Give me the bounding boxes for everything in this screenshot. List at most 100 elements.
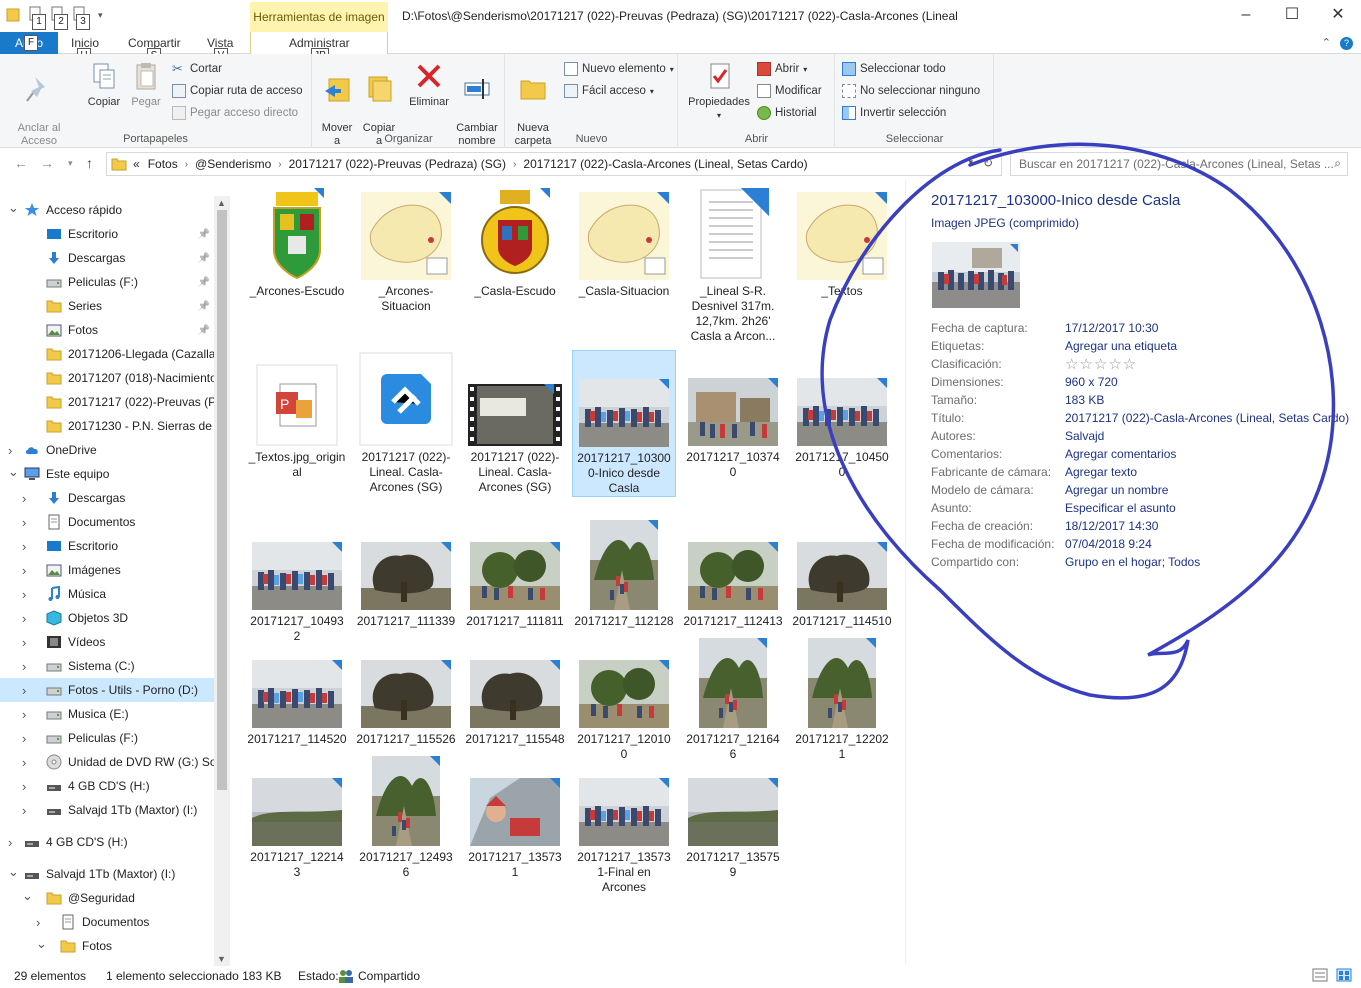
up-arrow-icon[interactable]: ↑ xyxy=(86,155,93,171)
chevron-right-icon[interactable]: › xyxy=(22,635,26,650)
breadcrumb-overflow[interactable]: « xyxy=(133,157,140,171)
scroll-down-icon[interactable]: ▼ xyxy=(217,954,226,964)
file-item[interactable]: 20171217_135759 xyxy=(681,750,785,880)
property-value[interactable]: 20171217 (022)-Casla-Arcones (Lineal, Se… xyxy=(1065,411,1349,425)
file-item[interactable]: 20171217_111339 xyxy=(354,514,458,629)
invert-selection-button[interactable]: Invertir selección xyxy=(842,106,946,120)
file-item[interactable]: _Casla-Situacion xyxy=(572,184,676,299)
file-item[interactable]: 20171217_112413 xyxy=(681,514,785,629)
chevron-up-icon[interactable]: ⌃ xyxy=(1322,37,1331,49)
copy-button[interactable]: Copiar xyxy=(82,60,126,109)
help-icon[interactable]: ? xyxy=(1340,37,1353,50)
file-item[interactable]: 20171217_111811 xyxy=(463,514,567,629)
sidebar-item[interactable]: 20171206-Llegada (Cazalla y C xyxy=(0,342,214,366)
chevron-down-icon[interactable]: ▾ xyxy=(968,157,973,168)
back-arrow-icon[interactable]: ← xyxy=(14,155,28,171)
forward-arrow-icon[interactable]: → xyxy=(40,155,54,171)
chevron-right-icon[interactable]: › xyxy=(22,755,26,770)
scroll-up-icon[interactable]: ▲ xyxy=(217,198,226,208)
sidebar-item[interactable]: › Peliculas (F:) xyxy=(0,726,214,750)
sidebar-item[interactable]: › 4 GB CD'S (H:) xyxy=(0,774,214,798)
chevron-right-icon[interactable]: › xyxy=(185,159,188,170)
rating-stars[interactable]: ☆☆☆☆☆ xyxy=(1065,355,1137,373)
file-item[interactable]: P _Textos.jpg_original xyxy=(245,350,349,480)
chevron-right-icon[interactable]: › xyxy=(22,803,26,818)
open-button[interactable]: Abrir ▾ xyxy=(757,62,807,76)
sidebar-item[interactable]: ⌄ @Seguridad xyxy=(0,886,214,910)
sidebar-item[interactable]: › Documentos xyxy=(0,910,214,934)
file-item[interactable]: 20171217_115548 xyxy=(463,632,567,747)
select-all-button[interactable]: Seleccionar todo xyxy=(842,62,946,76)
file-item[interactable]: 20171217_121646 xyxy=(681,632,785,762)
easy-access-button[interactable]: Fácil acceso ▾ xyxy=(564,84,654,98)
new-item-button[interactable]: Nuevo elemento ▾ xyxy=(564,62,674,76)
file-item[interactable]: 20171217_103000-Inico desde Casla xyxy=(572,350,676,497)
select-none-button[interactable]: No seleccionar ninguno xyxy=(842,84,980,98)
file-item[interactable]: 20171217_124936 xyxy=(354,750,458,880)
breadcrumb-item[interactable]: 20171217 (022)-Preuvas (Pedraza) (SG) xyxy=(289,157,506,171)
file-item[interactable]: _Lineal S-R. Desnivel 317m. 12,7km. 2h26… xyxy=(681,184,785,344)
cut-button[interactable]: ✂ Cortar xyxy=(172,62,222,76)
property-value[interactable]: Agregar texto xyxy=(1065,465,1137,479)
sidebar-item[interactable]: › Salvajd 1Tb (Maxtor) (I:) xyxy=(0,798,214,822)
sidebar-item[interactable]: › Descargas xyxy=(0,486,214,510)
file-item[interactable]: 20171217_104500 xyxy=(790,350,894,480)
sidebar-item[interactable]: › Escritorio xyxy=(0,534,214,558)
details-view-icon[interactable] xyxy=(1312,968,1328,985)
recent-locations-icon[interactable]: ▾ xyxy=(68,158,73,169)
sidebar-item[interactable]: › OneDrive xyxy=(0,438,214,462)
breadcrumb-item[interactable]: 20171217 (022)-Casla-Arcones (Lineal, Se… xyxy=(523,157,807,171)
file-item[interactable]: 20171217_103740 xyxy=(681,350,785,480)
property-value[interactable]: 17/12/2017 10:30 xyxy=(1065,321,1158,335)
sidebar-scrollbar[interactable]: ▲ ▼ xyxy=(214,196,230,966)
file-item[interactable]: 20171217_115526 xyxy=(354,632,458,747)
address-bar[interactable]: « Fotos › @Senderismo › 20171217 (022)-P… xyxy=(106,152,1002,176)
close-button[interactable]: ✕ xyxy=(1315,0,1361,32)
sidebar-item[interactable]: › Documentos xyxy=(0,510,214,534)
property-value[interactable]: 960 x 720 xyxy=(1065,375,1118,389)
chevron-right-icon[interactable]: › xyxy=(36,915,40,930)
sidebar-item[interactable]: ⌄ Fotos xyxy=(0,934,214,958)
breadcrumb-item[interactable]: @Senderismo xyxy=(195,157,271,171)
file-item[interactable]: 20171217_135731-Final en Arcones xyxy=(572,750,676,895)
file-item[interactable]: 20171217 (022)-Lineal. Casla-Arcones (SG… xyxy=(354,350,458,495)
paste-shortcut-button[interactable]: Pegar acceso directo xyxy=(172,106,298,120)
chevron-right-icon[interactable]: › xyxy=(22,707,26,722)
chevron-right-icon[interactable]: › xyxy=(22,539,26,554)
delete-button[interactable]: Eliminar xyxy=(407,60,451,109)
chevron-right-icon[interactable]: › xyxy=(22,515,26,530)
file-item[interactable]: 20171217_114510 xyxy=(790,514,894,629)
rename-icon[interactable]: 3 xyxy=(72,6,90,30)
property-value[interactable]: Agregar un nombre xyxy=(1065,483,1168,497)
pin-quick-access-button[interactable]: Anclar al Acceso rápido xyxy=(6,60,72,161)
copy-path-button[interactable]: Copiar ruta de acceso xyxy=(172,84,303,98)
chevron-right-icon[interactable]: › xyxy=(22,611,26,626)
sidebar-item[interactable]: › Fotos - Utils - Porno (D:) xyxy=(0,678,214,702)
chevron-right-icon[interactable]: › xyxy=(8,835,12,850)
file-item[interactable]: 20171217_135731 xyxy=(463,750,567,880)
chevron-down-icon[interactable]: ⌄ xyxy=(8,200,19,216)
sidebar-item[interactable]: 20171217 (022)-Preuvas (Pedra xyxy=(0,390,214,414)
paste-button[interactable]: Pegar xyxy=(126,60,166,109)
file-item[interactable]: 20171217_114520 xyxy=(245,632,349,747)
sidebar-item[interactable]: › Objetos 3D xyxy=(0,606,214,630)
folder-icon[interactable] xyxy=(6,6,24,24)
property-value[interactable]: 18/12/2017 14:30 xyxy=(1065,519,1158,533)
chevron-right-icon[interactable]: › xyxy=(22,563,26,578)
sidebar-item[interactable]: ⌄ Acceso rápido xyxy=(0,198,214,222)
file-item[interactable]: 20171217_120100 xyxy=(572,632,676,762)
chevron-down-icon[interactable]: ▾ xyxy=(98,10,103,21)
chevron-right-icon[interactable]: › xyxy=(8,443,12,458)
chevron-right-icon[interactable]: › xyxy=(22,491,26,506)
sidebar-item[interactable]: › Unidad de DVD RW (G:) Somos xyxy=(0,750,214,774)
property-value[interactable]: Grupo en el hogar; Todos xyxy=(1065,555,1200,569)
sidebar-item[interactable]: Peliculas (F:) 📌 xyxy=(0,270,214,294)
chevron-right-icon[interactable]: › xyxy=(278,159,281,170)
property-value[interactable]: Agregar comentarios xyxy=(1065,447,1176,461)
sidebar-item[interactable]: Fotos 📌 xyxy=(0,318,214,342)
file-item[interactable]: 20171217_104932 xyxy=(245,514,349,644)
file-item[interactable]: 20171217 (022)-Lineal. Casla-Arcones (SG… xyxy=(463,350,567,495)
chevron-down-icon[interactable]: ⌄ xyxy=(8,464,19,480)
sidebar-item[interactable]: 20171207 (018)-Nacimiento Ri xyxy=(0,366,214,390)
sidebar-item[interactable]: ⌄ Este equipo xyxy=(0,462,214,486)
